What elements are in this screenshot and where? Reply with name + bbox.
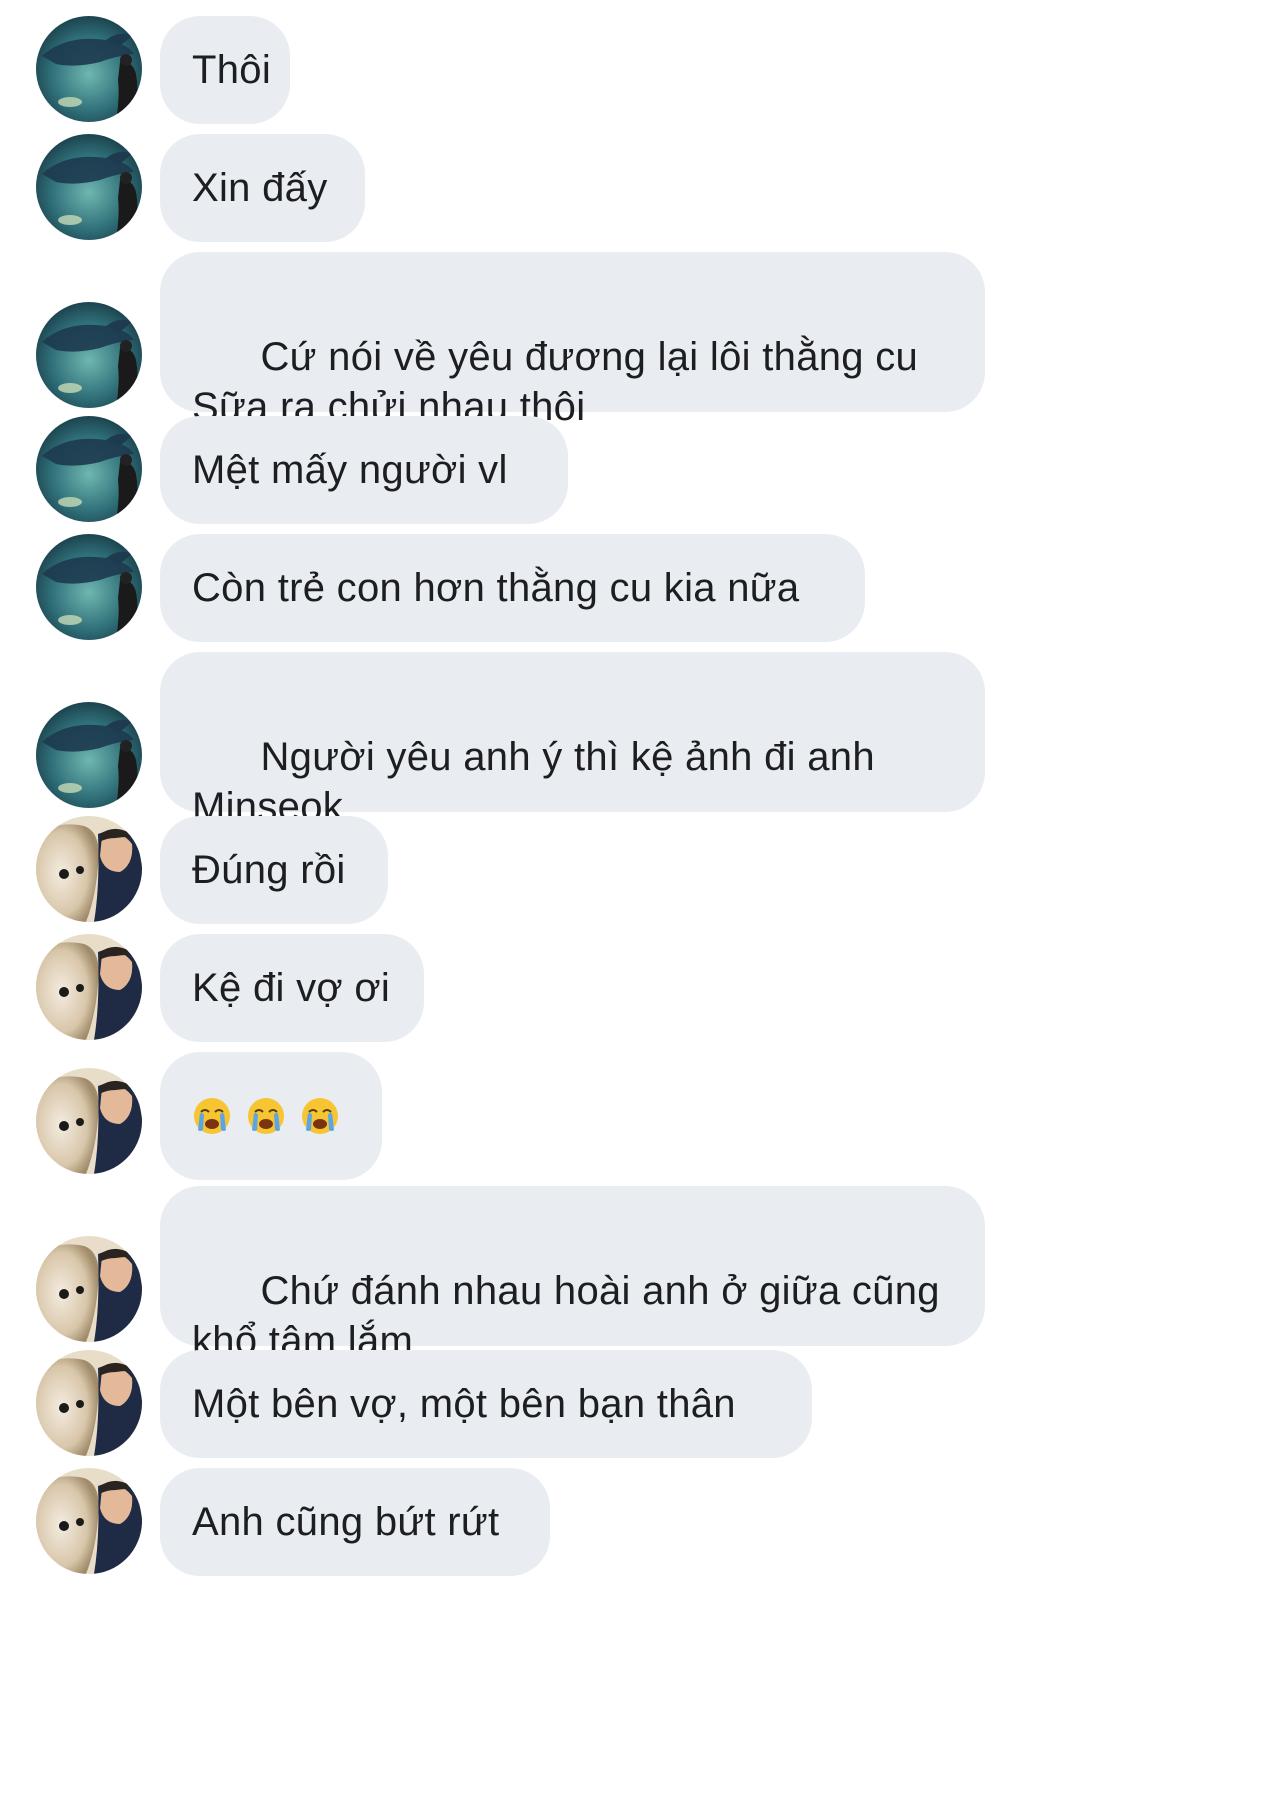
message-bubble[interactable]: Người yêu anh ý thì kệ ảnh đi anh Minseo… bbox=[160, 652, 985, 829]
avatar-dog-image bbox=[36, 816, 142, 922]
avatar-aquarium-image bbox=[36, 302, 142, 408]
message-text: Thôi bbox=[192, 48, 272, 92]
avatar[interactable] bbox=[36, 1236, 142, 1342]
avatar-aquarium-image bbox=[36, 16, 142, 122]
message-text: Xin đấy bbox=[192, 166, 328, 210]
avatar[interactable] bbox=[36, 302, 142, 408]
message-bubble[interactable]: Mệt mấy người vl bbox=[160, 416, 568, 524]
message-text: Chứ đánh nhau hoài anh ở giữa cũng khổ t… bbox=[192, 1269, 940, 1363]
loudly-crying-face-icon bbox=[300, 1096, 340, 1136]
message-text: Còn trẻ con hơn thằng cu kia nữa bbox=[192, 566, 800, 610]
message-thread: Thôi Xin đấy Cứ nói về yêu đương lại lôi… bbox=[0, 0, 1283, 1794]
message-bubble[interactable]: Kệ đi vợ ơi bbox=[160, 934, 424, 1042]
message-text: Một bên vợ, một bên bạn thân bbox=[192, 1382, 736, 1426]
avatar-dog-image bbox=[36, 934, 142, 1040]
message-text: Người yêu anh ý thì kệ ảnh đi anh Minseo… bbox=[192, 735, 875, 829]
loudly-crying-face-icon bbox=[192, 1096, 232, 1136]
avatar[interactable] bbox=[36, 816, 142, 922]
avatar-dog-image bbox=[36, 1236, 142, 1342]
avatar[interactable] bbox=[36, 134, 142, 240]
avatar-aquarium-image bbox=[36, 534, 142, 640]
message-bubble[interactable]: Còn trẻ con hơn thằng cu kia nữa bbox=[160, 534, 865, 642]
message-bubble[interactable] bbox=[160, 1052, 382, 1180]
avatar[interactable] bbox=[36, 534, 142, 640]
loudly-crying-face-icon bbox=[246, 1096, 286, 1136]
message-bubble[interactable]: Cứ nói về yêu đương lại lôi thằng cu Sữa… bbox=[160, 252, 985, 429]
message-text: Mệt mấy người vl bbox=[192, 448, 508, 492]
avatar-aquarium-image bbox=[36, 416, 142, 522]
message-text: Cứ nói về yêu đương lại lôi thằng cu Sữa… bbox=[192, 335, 919, 429]
avatar[interactable] bbox=[36, 1468, 142, 1574]
avatar-dog-image bbox=[36, 1068, 142, 1174]
message-bubble[interactable]: Chứ đánh nhau hoài anh ở giữa cũng khổ t… bbox=[160, 1186, 985, 1363]
avatar[interactable] bbox=[36, 702, 142, 808]
avatar[interactable] bbox=[36, 934, 142, 1040]
avatar[interactable] bbox=[36, 416, 142, 522]
avatar-aquarium-image bbox=[36, 134, 142, 240]
avatar[interactable] bbox=[36, 16, 142, 122]
message-text: Kệ đi vợ ơi bbox=[192, 966, 391, 1010]
avatar[interactable] bbox=[36, 1068, 142, 1174]
message-text: Anh cũng bứt rứt bbox=[192, 1500, 500, 1544]
message-text: Đúng rồi bbox=[192, 848, 346, 892]
message-bubble[interactable]: Một bên vợ, một bên bạn thân bbox=[160, 1350, 812, 1458]
avatar[interactable] bbox=[36, 1350, 142, 1456]
avatar-dog-image bbox=[36, 1350, 142, 1456]
message-bubble[interactable]: Thôi bbox=[160, 16, 290, 124]
message-bubble[interactable]: Xin đấy bbox=[160, 134, 365, 242]
avatar-aquarium-image bbox=[36, 702, 142, 808]
avatar-dog-image bbox=[36, 1468, 142, 1574]
message-bubble[interactable]: Anh cũng bứt rứt bbox=[160, 1468, 550, 1576]
message-bubble[interactable]: Đúng rồi bbox=[160, 816, 388, 924]
